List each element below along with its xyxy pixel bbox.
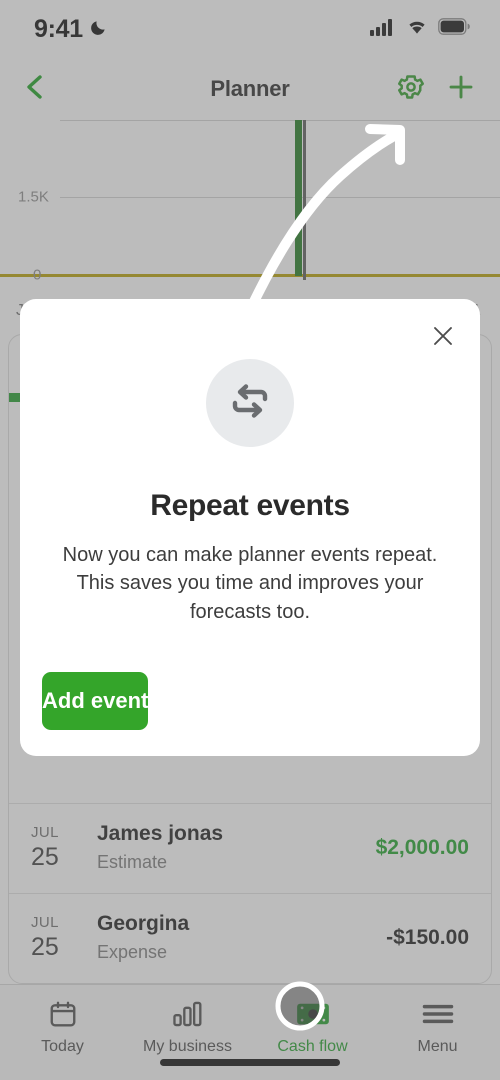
add-event-button[interactable]: Add event (42, 672, 149, 731)
modal-description: Now you can make planner events repeat. … (62, 544, 438, 623)
repeat-icon (227, 380, 273, 427)
repeat-events-modal: Repeat events Now you can make planner e… (20, 299, 480, 757)
close-button[interactable] (424, 319, 462, 357)
modal-icon-badge (206, 359, 294, 447)
tap-highlight-ring (275, 981, 325, 1031)
close-icon (432, 325, 454, 352)
modal-title: Repeat events (150, 489, 350, 522)
